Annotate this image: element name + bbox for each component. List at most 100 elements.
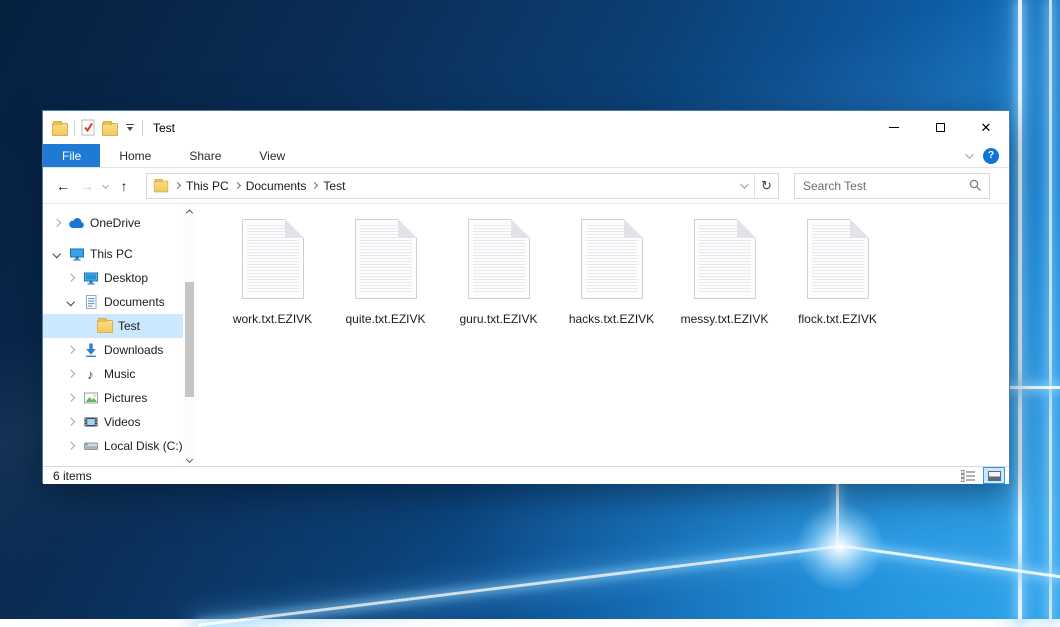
item-count-label: 6 items [53, 469, 92, 483]
search-icon[interactable] [969, 179, 989, 192]
collapse-chevron-icon[interactable] [65, 299, 77, 305]
sidebar-item-downloads[interactable]: Downloads [43, 338, 196, 362]
expand-chevron-icon[interactable] [65, 395, 77, 401]
sidebar-item-onedrive[interactable]: OneDrive [43, 211, 196, 235]
file-name: guru.txt.EZIVK [459, 312, 537, 326]
folder-icon [154, 180, 168, 192]
sidebar-item-documents[interactable]: Documents [43, 290, 196, 314]
tab-home[interactable]: Home [100, 144, 170, 167]
breadcrumb-documents[interactable]: Documents [246, 179, 307, 193]
expand-chevron-icon[interactable] [65, 347, 77, 353]
back-button[interactable]: ← [53, 178, 73, 194]
sidebar-item-label: Music [104, 367, 135, 381]
sidebar-scrollbar[interactable] [183, 204, 196, 466]
scroll-up-icon[interactable] [183, 204, 196, 218]
sidebar-item-desktop[interactable]: Desktop [43, 266, 196, 290]
collapse-ribbon-icon[interactable] [965, 150, 973, 158]
close-button[interactable]: ✕ [963, 111, 1009, 144]
tab-file[interactable]: File [43, 144, 100, 167]
light-beam [1049, 0, 1052, 619]
file-item[interactable]: messy.txt.EZIVK [672, 219, 777, 326]
disk-icon [82, 438, 99, 454]
recent-locations-icon[interactable] [102, 182, 109, 189]
videos-icon [82, 414, 99, 430]
desktop-icon [82, 270, 99, 286]
sidebar-item-local-disk-c[interactable]: Local Disk (C:) [43, 434, 196, 458]
close-icon: ✕ [981, 121, 992, 134]
explorer-main-area: OneDrive This PC Desktop [43, 204, 1009, 466]
expand-chevron-icon[interactable] [65, 275, 77, 281]
document-file-icon [694, 219, 756, 299]
file-item[interactable]: guru.txt.EZIVK [446, 219, 551, 326]
window-title: Test [153, 121, 175, 135]
up-button[interactable]: ↑ [114, 178, 134, 194]
refresh-button[interactable]: ↻ [754, 174, 778, 198]
customize-toolbar-dropdown-icon[interactable] [124, 124, 136, 131]
expand-chevron-icon[interactable] [65, 443, 77, 449]
window-controls: ✕ [871, 111, 1009, 144]
minimize-button[interactable] [871, 111, 917, 144]
sidebar-item-label: Pictures [104, 391, 147, 405]
pictures-icon [82, 390, 99, 406]
document-file-icon [807, 219, 869, 299]
maximize-button[interactable] [917, 111, 963, 144]
file-item[interactable]: hacks.txt.EZIVK [559, 219, 664, 326]
new-folder-icon[interactable] [102, 123, 118, 136]
tab-view[interactable]: View [240, 144, 304, 167]
details-view-button[interactable] [957, 467, 979, 484]
file-item[interactable]: flock.txt.EZIVK [785, 219, 890, 326]
sidebar-item-label: Videos [104, 415, 140, 429]
maximize-icon [936, 123, 945, 132]
toolbar-separator [74, 120, 75, 136]
file-name: quite.txt.EZIVK [345, 312, 425, 326]
address-bar-row: ← → ↑ This PC Documents Test ↻ [43, 168, 1009, 204]
sidebar-item-label: Desktop [104, 271, 148, 285]
navigation-pane: OneDrive This PC Desktop [43, 204, 196, 466]
document-file-icon [242, 219, 304, 299]
status-bar: 6 items [43, 466, 1009, 484]
sidebar-item-label: Test [118, 319, 140, 333]
sidebar-item-label: Documents [104, 295, 165, 309]
expand-chevron-icon[interactable] [65, 419, 77, 425]
breadcrumb-this-pc[interactable]: This PC [186, 179, 229, 193]
folder-icon [52, 123, 68, 136]
file-list-pane[interactable]: work.txt.EZIVK quite.txt.EZIVK guru.txt.… [196, 204, 1009, 466]
large-icons-view-button[interactable] [983, 467, 1005, 484]
sidebar-item-music[interactable]: ♪ Music [43, 362, 196, 386]
sidebar-item-label: Local Disk (C:) [104, 439, 183, 453]
large-icons-view-icon [988, 471, 1001, 481]
navigation-buttons: ← → ↑ [43, 178, 140, 194]
sidebar-item-this-pc[interactable]: This PC [43, 242, 196, 266]
help-icon[interactable]: ? [983, 148, 999, 164]
title-bar: Test ✕ [43, 111, 1009, 144]
file-name: work.txt.EZIVK [233, 312, 312, 326]
light-beam-junction [795, 502, 885, 592]
breadcrumb-test[interactable]: Test [323, 179, 345, 193]
address-bar[interactable]: This PC Documents Test ↻ [146, 173, 779, 199]
no-chevron [79, 323, 91, 329]
sidebar-item-test[interactable]: Test [43, 314, 196, 338]
search-input[interactable] [795, 179, 969, 193]
file-explorer-window: Test ✕ File Home Share View ? ← → ↑ Th [42, 110, 1010, 483]
properties-icon[interactable] [81, 119, 96, 136]
file-item[interactable]: work.txt.EZIVK [220, 219, 325, 326]
forward-button: → [77, 178, 97, 194]
expand-chevron-icon[interactable] [51, 220, 63, 226]
scrollbar-thumb[interactable] [185, 282, 194, 397]
file-name: messy.txt.EZIVK [681, 312, 769, 326]
sidebar-item-label: Downloads [104, 343, 163, 357]
search-box [794, 173, 990, 199]
expand-chevron-icon[interactable] [65, 371, 77, 377]
sidebar-item-label: This PC [90, 247, 133, 261]
downloads-icon [82, 342, 99, 358]
address-dropdown-button[interactable] [732, 174, 754, 198]
sidebar-item-videos[interactable]: Videos [43, 410, 196, 434]
collapse-chevron-icon[interactable] [51, 251, 63, 257]
sidebar-item-pictures[interactable]: Pictures [43, 386, 196, 410]
file-item[interactable]: quite.txt.EZIVK [333, 219, 438, 326]
breadcrumb-separator-icon [234, 182, 241, 189]
scroll-down-icon[interactable] [183, 452, 196, 466]
scrollbar-track[interactable] [183, 218, 196, 452]
breadcrumb-separator-icon [174, 182, 181, 189]
tab-share[interactable]: Share [170, 144, 240, 167]
